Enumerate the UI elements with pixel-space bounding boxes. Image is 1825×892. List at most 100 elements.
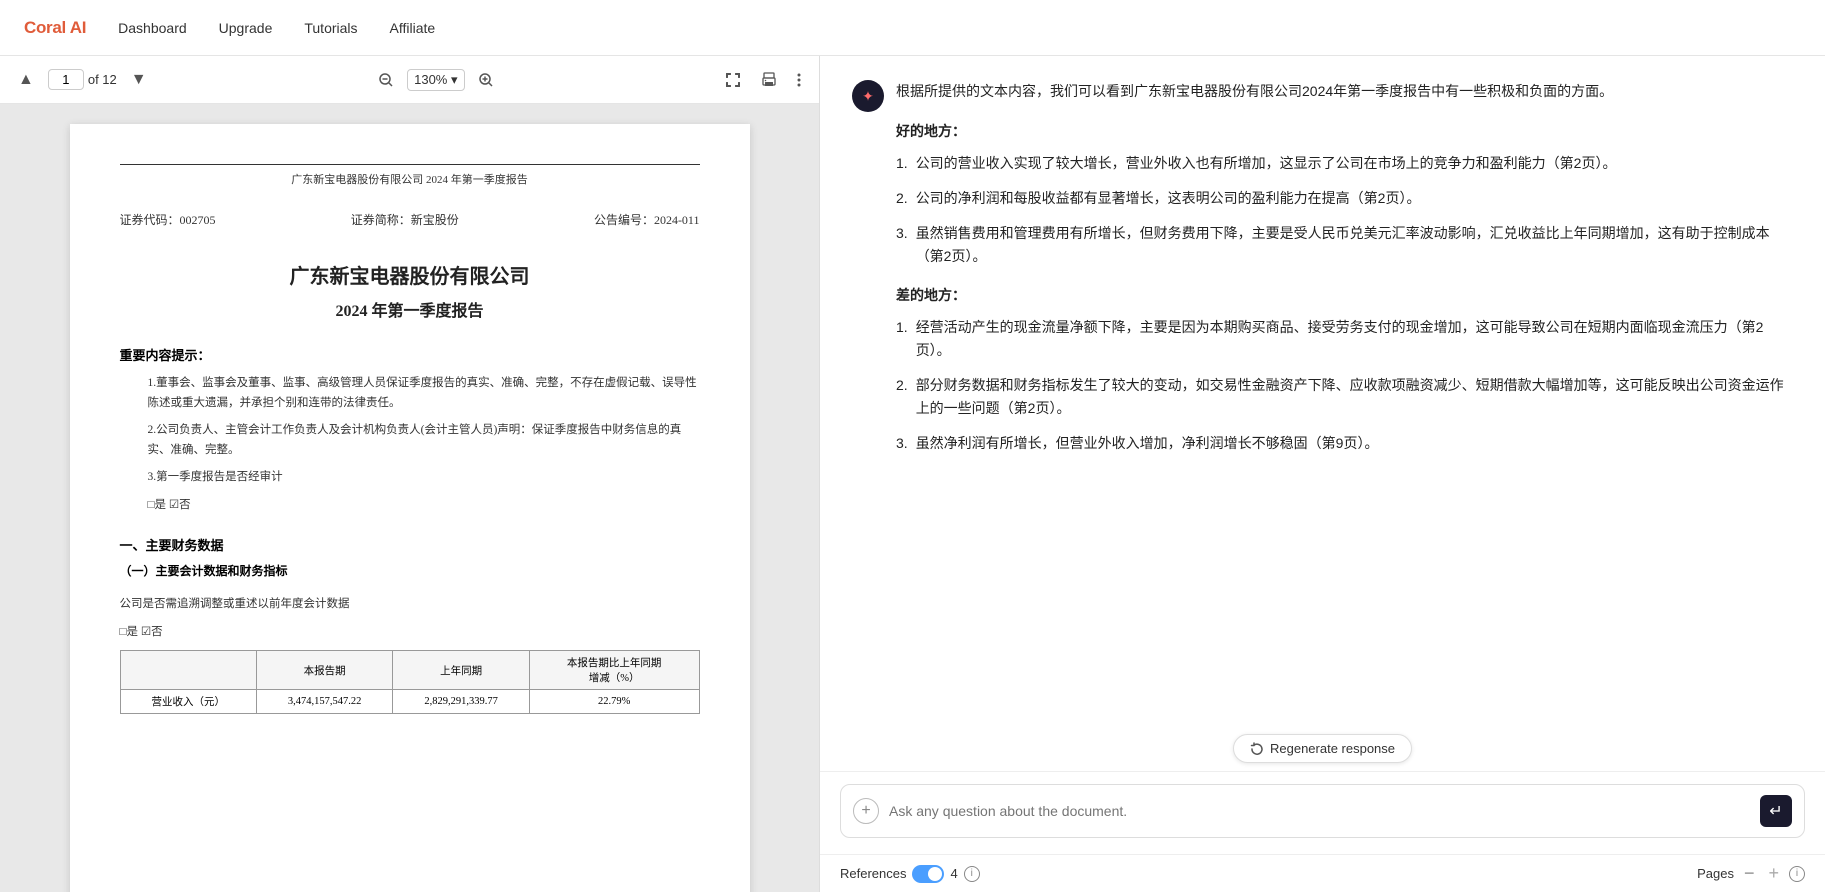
list-text: 经营活动产生的现金流量净额下降，主要是因为本期购买商品、接受劳务支付的现金增加，… (916, 316, 1793, 362)
zoom-in-icon (479, 73, 493, 87)
pdf-important-heading: 重要内容提示： (120, 345, 700, 364)
list-item: 2. 部分财务数据和财务指标发生了较大的变动，如交易性金融资产下降、应收款项融资… (896, 374, 1793, 420)
regenerate-button[interactable]: Regenerate response (1233, 734, 1412, 763)
pdf-header-line (120, 164, 700, 165)
more-options-button[interactable] (791, 68, 807, 92)
table-row: 营业收入（元） 3,474,157,547.22 2,829,291,339.7… (120, 690, 699, 714)
ai-intro-text: 根据所提供的文本内容，我们可以看到广东新宝电器股份有限公司2024年第一季度报告… (896, 80, 1793, 104)
pdf-table-section: 公司是否需追溯调整或重述以前年度会计数据 □是 ☑否 本报告期 上年同期 本报告… (120, 595, 700, 714)
pages-section: Pages − + i (1697, 863, 1805, 884)
page-prev-button[interactable]: ▲ (12, 67, 40, 93)
pages-plus-button[interactable]: + (1764, 863, 1783, 884)
zoom-level-display[interactable]: 130% ▾ (407, 69, 464, 91)
ai-bad-title: 差的地方： (896, 284, 1793, 308)
list-number: 1. (896, 316, 908, 362)
page-next-button[interactable]: ▼ (125, 67, 153, 93)
page-number-input[interactable] (48, 69, 84, 90)
pdf-meta-name: 证券简称：新宝股份 (351, 211, 459, 228)
ai-good-list: 1. 公司的营业收入实现了较大增长，营业外收入也有所增加，这显示了公司在市场上的… (896, 152, 1793, 268)
list-number: 2. (896, 374, 908, 420)
ai-avatar: ✦ (852, 80, 884, 112)
ai-attach-button[interactable]: + (853, 798, 879, 824)
list-item: 2. 公司的净利润和每股收益都有显著增长，这表明公司的盈利能力在提高（第2页）。 (896, 187, 1793, 210)
table-header-change: 本报告期比上年同期增减（%） (529, 651, 699, 690)
ai-message: ✦ 根据所提供的文本内容，我们可以看到广东新宝电器股份有限公司2024年第一季度… (852, 80, 1793, 467)
nav-upgrade[interactable]: Upgrade (219, 20, 273, 36)
table-cell-label: 营业收入（元） (120, 690, 256, 714)
regenerate-bar: Regenerate response (820, 726, 1825, 771)
pdf-financial-table: 本报告期 上年同期 本报告期比上年同期增减（%） 营业收入（元） 3,474,1… (120, 650, 700, 714)
send-icon: ↵ (1769, 801, 1782, 821)
list-number: 1. (896, 152, 908, 175)
list-text: 公司的营业收入实现了较大增长，营业外收入也有所增加，这显示了公司在市场上的竞争力… (916, 152, 1617, 175)
main-layout: ▲ of 12 ▼ 130% ▾ (0, 56, 1825, 892)
regenerate-icon (1250, 742, 1264, 756)
pdf-content-wrapper[interactable]: 广东新宝电器股份有限公司 2024 年第一季度报告 证券代码：002705 证券… (0, 104, 819, 892)
list-text: 虽然净利润有所增长，但营业外收入增加，净利润增长不够稳固（第9页）。 (916, 432, 1379, 455)
pdf-section1-title: 一、主要财务数据 (120, 535, 700, 554)
table-header-previous: 上年同期 (393, 651, 529, 690)
list-item: 3. 虽然销售费用和管理费用有所增长，但财务费用下降，主要是受人民币兑美元汇率波… (896, 222, 1793, 268)
pdf-header-title: 广东新宝电器股份有限公司 2024 年第一季度报告 (120, 171, 700, 187)
page-total-label: of 12 (88, 72, 117, 87)
ai-footer: References 4 i Pages − + i (820, 854, 1825, 892)
references-label: References (840, 866, 906, 881)
references-count: 4 (950, 866, 957, 881)
info-text: i (971, 868, 973, 879)
table-header-item (120, 651, 256, 690)
ai-input-area: + ↵ (820, 771, 1825, 854)
ai-chat-area[interactable]: ✦ 根据所提供的文本内容，我们可以看到广东新宝电器股份有限公司2024年第一季度… (820, 56, 1825, 726)
table-header-current: 本报告期 (256, 651, 392, 690)
ai-good-title: 好的地方： (896, 120, 1793, 144)
list-number: 3. (896, 222, 908, 268)
plus-icon: + (861, 802, 870, 820)
pdf-section1-sub: （一）主要会计数据和财务指标 (120, 562, 700, 579)
zoom-out-icon (379, 73, 393, 87)
pdf-toolbar: ▲ of 12 ▼ 130% ▾ (0, 56, 819, 104)
pdf-page: 广东新宝电器股份有限公司 2024 年第一季度报告 证券代码：002705 证券… (70, 124, 750, 892)
pdf-table-checkbox: □是 ☑否 (120, 623, 700, 643)
references-info-icon[interactable]: i (964, 866, 980, 882)
table-cell-change: 22.79% (529, 690, 699, 714)
pdf-meta-announcement: 公告编号：2024-011 (594, 211, 700, 228)
table-header-row: 本报告期 上年同期 本报告期比上年同期增减（%） (120, 651, 699, 690)
nav-affiliate[interactable]: Affiliate (390, 20, 436, 36)
nav-dashboard[interactable]: Dashboard (118, 20, 187, 36)
nav-tutorials[interactable]: Tutorials (304, 20, 357, 36)
zoom-in-button[interactable] (473, 69, 499, 91)
ai-bad-list: 1. 经营活动产生的现金流量净额下降，主要是因为本期购买商品、接受劳务支付的现金… (896, 316, 1793, 455)
pages-info-icon[interactable]: i (1789, 866, 1805, 882)
ai-question-input[interactable] (889, 803, 1750, 819)
pdf-sub-title: 2024 年第一季度报告 (120, 297, 700, 321)
ai-send-button[interactable]: ↵ (1760, 795, 1792, 827)
table-cell-current: 3,474,157,547.22 (256, 690, 392, 714)
pdf-checkbox-audit: □是 ☑否 (148, 496, 700, 516)
list-item: 1. 经营活动产生的现金流量净额下降，主要是因为本期购买商品、接受劳务支付的现金… (896, 316, 1793, 362)
pdf-table-question: 公司是否需追溯调整或重述以前年度会计数据 (120, 595, 700, 615)
pages-minus-button[interactable]: − (1740, 863, 1759, 884)
pdf-meta-row: 证券代码：002705 证券简称：新宝股份 公告编号：2024-011 (120, 211, 700, 228)
page-input-group: of 12 (48, 69, 117, 90)
list-text: 部分财务数据和财务指标发生了较大的变动，如交易性金融资产下降、应收款项融资减少、… (916, 374, 1793, 420)
navbar: Coral AI Dashboard Upgrade Tutorials Aff… (0, 0, 1825, 56)
pdf-panel: ▲ of 12 ▼ 130% ▾ (0, 56, 820, 892)
fit-icon (725, 72, 741, 88)
ai-panel: ✦ 根据所提供的文本内容，我们可以看到广东新宝电器股份有限公司2024年第一季度… (820, 56, 1825, 892)
more-dots-icon (797, 72, 801, 88)
list-text: 虽然销售费用和管理费用有所增长，但财务费用下降，主要是受人民币兑美元汇率波动影响… (916, 222, 1793, 268)
table-cell-previous: 2,829,291,339.77 (393, 690, 529, 714)
ai-avatar-icon: ✦ (862, 88, 874, 105)
regenerate-label: Regenerate response (1270, 741, 1395, 756)
list-item: 1. 公司的营业收入实现了较大增长，营业外收入也有所增加，这显示了公司在市场上的… (896, 152, 1793, 175)
pages-label: Pages (1697, 866, 1734, 881)
ai-input-box: + ↵ (840, 784, 1805, 838)
print-button[interactable] (755, 68, 783, 92)
pdf-main-title: 广东新宝电器股份有限公司 (120, 260, 700, 289)
list-text: 公司的净利润和每股收益都有显著增长，这表明公司的盈利能力在提高（第2页）。 (916, 187, 1421, 210)
pdf-meta-code: 证券代码：002705 (120, 211, 216, 228)
pdf-important-body-1: 1.董事会、监事会及董事、监事、高级管理人员保证季度报告的真实、准确、完整，不存… (148, 374, 700, 413)
fit-button[interactable] (719, 68, 747, 92)
print-icon (761, 72, 777, 88)
zoom-out-button[interactable] (373, 69, 399, 91)
references-toggle[interactable] (912, 865, 944, 883)
